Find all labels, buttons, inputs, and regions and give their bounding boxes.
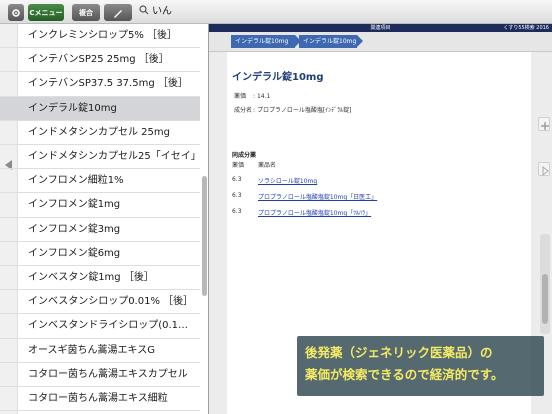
price-row: 薬価: 14.1	[234, 93, 271, 100]
row-price: 6.3	[232, 176, 242, 183]
arrow-right-icon	[542, 165, 549, 177]
promo-line-2: 薬価が検索できるので経済的です。	[305, 367, 504, 382]
ingredient-row: 成分名: プロプラノロール塩酸塩[ｲﾝﾃﾞﾗﾙ錠]	[234, 107, 352, 114]
promo-caption: 後発薬（ジェネリック医薬品）の 薬価が検索できるので経済的です。	[297, 336, 544, 396]
row-drug-link[interactable]: ソラシロール錠10mg	[258, 176, 317, 185]
gear-icon	[12, 8, 20, 17]
list-item[interactable]: コタロー茵ちん蒿湯エキス細粒	[0, 387, 200, 412]
breadcrumb-item-2[interactable]: インデラル錠10mg	[299, 35, 357, 48]
list-item[interactable]: インドメタシンカプセル25「イセイ」2…	[0, 145, 200, 170]
ingredient-value: プロプラノロール塩酸塩[ｲﾝﾃﾞﾗﾙ錠]	[256, 107, 352, 114]
list-item[interactable]: インフロメン錠3mg	[0, 218, 200, 242]
price-label: 薬価	[234, 93, 247, 100]
price-value: 14.1	[256, 93, 271, 100]
list-item[interactable]: インドメタシンカプセル 25mg	[0, 121, 200, 145]
breadcrumb-arrow-icon	[357, 35, 363, 47]
app-window: Cメニュー 複合 いん インクレミンシロップ5% ［後］ インテバンSP25 25…	[0, 0, 552, 414]
search-input[interactable]: いん	[152, 4, 172, 20]
list-item[interactable]: インクレミンシロップ5% ［後］	[0, 24, 200, 49]
drug-list: インクレミンシロップ5% ［後］ インテバンSP25 25mg ［後］ インテバンS…	[0, 24, 209, 414]
list-item[interactable]: インフロメン細粒1%	[0, 169, 200, 194]
menu-button[interactable]: Cメニュー	[28, 4, 64, 21]
row-price: 6.3	[232, 208, 242, 215]
detail-scrollbar-thumb[interactable]	[542, 274, 548, 324]
list-item[interactable]: インベスタン錠1mg ［後］	[0, 266, 200, 291]
list-item[interactable]: インフロメン錠6mg	[0, 242, 200, 266]
list-scrollbar[interactable]	[202, 176, 207, 296]
list-item[interactable]: オースギ茵ちん蒿湯エキスG	[0, 339, 200, 363]
promo-line-1: 後発薬（ジェネリック医薬品）の	[305, 345, 493, 360]
header-title: 関連項目	[370, 25, 391, 31]
list-item[interactable]: インテバンSP25 25mg ［後］	[0, 48, 200, 73]
list-item[interactable]: インテバンSP37.5 37.5mg ［後］	[0, 72, 200, 97]
list-item[interactable]: インデラル錠10mg	[0, 96, 200, 121]
col-price-header: 薬価	[232, 162, 245, 169]
col-name-header: 薬品名	[258, 162, 277, 169]
add-bookmark-button[interactable]	[538, 117, 550, 131]
list-item[interactable]: コタロー茵ちん蒿湯エキスカプセル	[0, 363, 200, 387]
drug-title: インデラル錠10mg	[232, 72, 324, 83]
settings-button[interactable]	[8, 4, 24, 21]
row-price: 6.3	[232, 192, 242, 199]
row-drug-link[interactable]: プロプラノロール塩酸塩錠10mg「日医工」	[258, 192, 377, 201]
breadcrumb: インデラル錠10mg インデラル錠10mg	[209, 32, 552, 52]
same-ingredient-title: 同成分薬	[232, 152, 257, 159]
list-item[interactable]: インフロメン錠1mg	[0, 193, 200, 218]
ingredient-label: 成分名	[234, 107, 253, 114]
expand-right-button[interactable]	[538, 162, 550, 177]
toolbar: Cメニュー 複合 いん	[0, 0, 552, 24]
handwriting-button[interactable]	[104, 4, 132, 21]
detail-header: 関連項目 くすり55検索 2016	[209, 24, 552, 32]
row-drug-link[interactable]: プロプラノロール塩酸塩錠10mg「ﾂﾙﾊﾗ」	[258, 208, 371, 217]
plus-icon	[541, 122, 549, 130]
search-icon	[139, 5, 149, 15]
breadcrumb-item-1[interactable]: インデラル錠10mg	[231, 35, 295, 48]
pen-icon	[114, 9, 122, 18]
combine-search-button[interactable]: 複合	[72, 4, 100, 21]
list-item[interactable]: インベスタンドライシロップ(0.1…	[0, 314, 200, 339]
list-item[interactable]: インベスタンシロップ0.01% ［後］	[0, 290, 200, 315]
header-brand: くすり55検索 2016	[503, 25, 549, 31]
